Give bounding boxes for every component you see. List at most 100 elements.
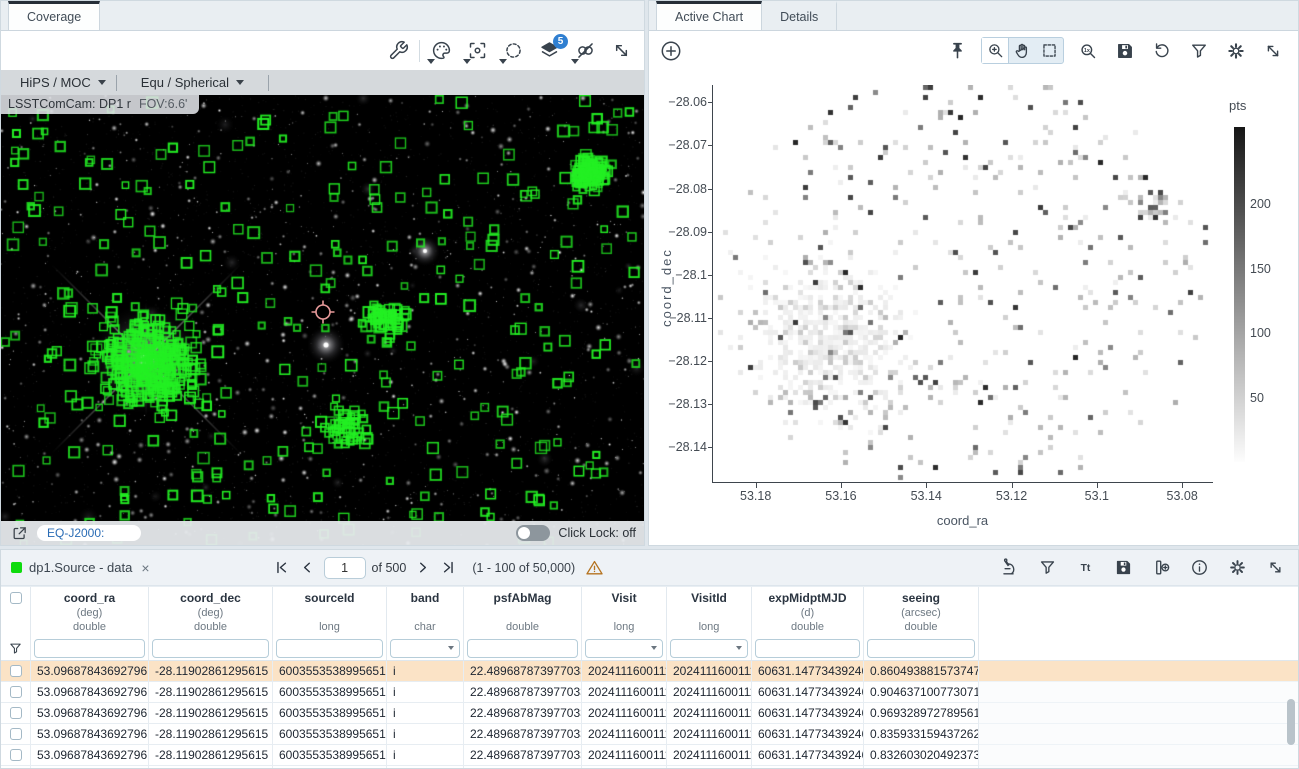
coord-sys-dropdown[interactable]: Equ / Spherical <box>131 75 254 90</box>
column-header-VisitId[interactable]: VisitId long <box>667 587 752 636</box>
column-type: long <box>319 620 340 635</box>
restore-button[interactable] <box>1149 38 1175 64</box>
column-header-expMidptMJD[interactable]: expMidptMJD (d) double <box>752 587 864 636</box>
first-page-button[interactable] <box>272 558 292 578</box>
svg-text:1x: 1x <box>1084 47 1090 53</box>
y-tickmark <box>708 447 713 448</box>
column-header-band[interactable]: band char <box>387 587 464 636</box>
row-checkbox[interactable] <box>10 728 22 740</box>
x-tickmark <box>1182 483 1183 488</box>
x-axis-line <box>712 482 1213 483</box>
info-button[interactable] <box>1186 555 1212 581</box>
column-header-Visit[interactable]: Visit long <box>582 587 667 636</box>
table-row[interactable]: 53.09687843692796-28.1190286129561560035… <box>1 766 1298 768</box>
filter-filler <box>979 636 1298 660</box>
vertical-scrollbar[interactable] <box>1287 699 1295 745</box>
filter-button[interactable] <box>1034 555 1060 581</box>
table-row[interactable]: 53.09687843692796-28.1190286129561560035… <box>1 682 1298 703</box>
filter-button[interactable] <box>1186 38 1212 64</box>
table-row[interactable]: 53.09687843692796-28.1190286129561560035… <box>1 661 1298 682</box>
table-cell-sourceId: 600355353899565160 <box>273 745 387 766</box>
filter-select-band[interactable] <box>390 639 460 658</box>
warning-icon[interactable] <box>585 558 604 577</box>
prev-page-button[interactable] <box>298 558 318 578</box>
tab-details[interactable]: Details <box>762 1 837 30</box>
filter-input-expMidptMJD[interactable] <box>755 639 860 658</box>
table-cell-VisitId: 2024111600111 <box>667 703 752 724</box>
chevron-down-icon <box>463 59 471 64</box>
tab-active-chart[interactable]: Active Chart <box>656 1 762 30</box>
settings-button[interactable] <box>1224 555 1250 581</box>
pin-button[interactable] <box>944 38 970 64</box>
table-tab[interactable]: dp1.Source - data × <box>11 560 152 576</box>
y-tickmark <box>708 145 713 146</box>
zoom-reset-button[interactable]: 1x <box>1075 38 1101 64</box>
save-button[interactable] <box>1110 555 1136 581</box>
column-header-seeing[interactable]: seeing (arcsec) double <box>864 587 979 636</box>
table-cell-sourceId: 600355353899565160 <box>273 703 387 724</box>
table-cell-seeing: 0.8326030204923739 <box>864 745 979 766</box>
select-all-checkbox[interactable] <box>10 592 22 604</box>
sky-viewer[interactable]: HiPS / MOC Equ / Spherical LSSTComCam: D… <box>1 70 644 545</box>
column-header-coord_dec[interactable]: coord_dec (deg) double <box>149 587 273 636</box>
row-checkbox[interactable] <box>10 686 22 698</box>
text-view-button[interactable]: Tt <box>1072 555 1098 581</box>
row-checkbox[interactable] <box>10 665 22 677</box>
column-header-psfAbMag[interactable]: psfAbMag double <box>464 587 582 636</box>
hips-moc-dropdown[interactable]: HiPS / MOC <box>10 75 116 90</box>
table-status-dot <box>11 562 22 573</box>
table-cell-psfAbMag: 22.489687873977033 <box>464 745 582 766</box>
add-column-button[interactable] <box>1148 555 1174 581</box>
x-axis-title: coord_ra <box>713 513 1212 528</box>
settings-button[interactable] <box>1223 38 1249 64</box>
table-panel: dp1.Source - data × of 500 (1 - 100 of 5… <box>0 549 1299 769</box>
x-tick-label: 53.1 <box>1085 489 1109 503</box>
microscope-button[interactable] <box>996 555 1022 581</box>
select-region-button[interactable] <box>500 38 526 64</box>
next-page-button[interactable] <box>412 558 432 578</box>
column-header-coord_ra[interactable]: coord_ra (deg) double <box>31 587 149 636</box>
heatmap-cells[interactable] <box>713 85 1212 482</box>
last-page-button[interactable] <box>438 558 458 578</box>
color-palette-button[interactable] <box>428 38 454 64</box>
click-lock-toggle[interactable] <box>516 525 550 541</box>
filter-input-psfAbMag[interactable] <box>467 639 578 658</box>
x-tickmark <box>1012 483 1013 488</box>
table-close-button[interactable]: × <box>139 560 151 576</box>
table-cell-expMidptMJD: 60631.14773439246 <box>752 703 864 724</box>
unlink-button[interactable] <box>572 38 598 64</box>
layers-button[interactable]: 5 <box>536 38 562 64</box>
pan-button[interactable] <box>1009 38 1036 63</box>
add-chart-button[interactable] <box>658 38 684 64</box>
table-row[interactable]: 53.09687843692796-28.1190286129561560035… <box>1 703 1298 724</box>
filter-input-coord_dec[interactable] <box>152 639 269 658</box>
table-row[interactable]: 53.09687843692796-28.1190286129561560035… <box>1 745 1298 766</box>
heatmap-chart[interactable]: −28.06−28.07−28.08−28.09−28.1−28.11−28.1… <box>649 70 1298 545</box>
open-expand-button[interactable] <box>9 523 29 543</box>
tools-button[interactable] <box>385 38 411 64</box>
expand-button[interactable] <box>1262 555 1288 581</box>
zoom-in-button[interactable] <box>982 38 1009 63</box>
filter-select-VisitId[interactable] <box>670 639 748 658</box>
expand-button[interactable] <box>608 38 634 64</box>
hips-moc-label: HiPS / MOC <box>20 75 91 90</box>
y-tick-label: −28.08 <box>659 182 707 196</box>
column-header-sourceId[interactable]: sourceId long <box>273 587 387 636</box>
restore-icon <box>1152 41 1172 61</box>
page-number-input[interactable] <box>324 557 366 579</box>
save-button[interactable] <box>1112 38 1138 64</box>
column-name: Visit <box>611 590 636 606</box>
table-row[interactable]: 53.09687843692796-28.1190286129561560035… <box>1 724 1298 745</box>
tab-coverage[interactable]: Coverage <box>8 1 100 30</box>
filter-input-coord_ra[interactable] <box>34 639 145 658</box>
coverage-panel: Coverage 5 HiPS / MOC Equ / Spherical <box>0 0 645 546</box>
filter-select-Visit[interactable] <box>585 639 663 658</box>
chevron-down-icon <box>736 646 742 650</box>
filter-input-sourceId[interactable] <box>276 639 383 658</box>
row-checkbox[interactable] <box>10 749 22 761</box>
recenter-button[interactable] <box>464 38 490 64</box>
select-area-button[interactable] <box>1036 38 1063 63</box>
row-checkbox[interactable] <box>10 707 22 719</box>
filter-input-seeing[interactable] <box>867 639 975 658</box>
expand-button[interactable] <box>1260 38 1286 64</box>
